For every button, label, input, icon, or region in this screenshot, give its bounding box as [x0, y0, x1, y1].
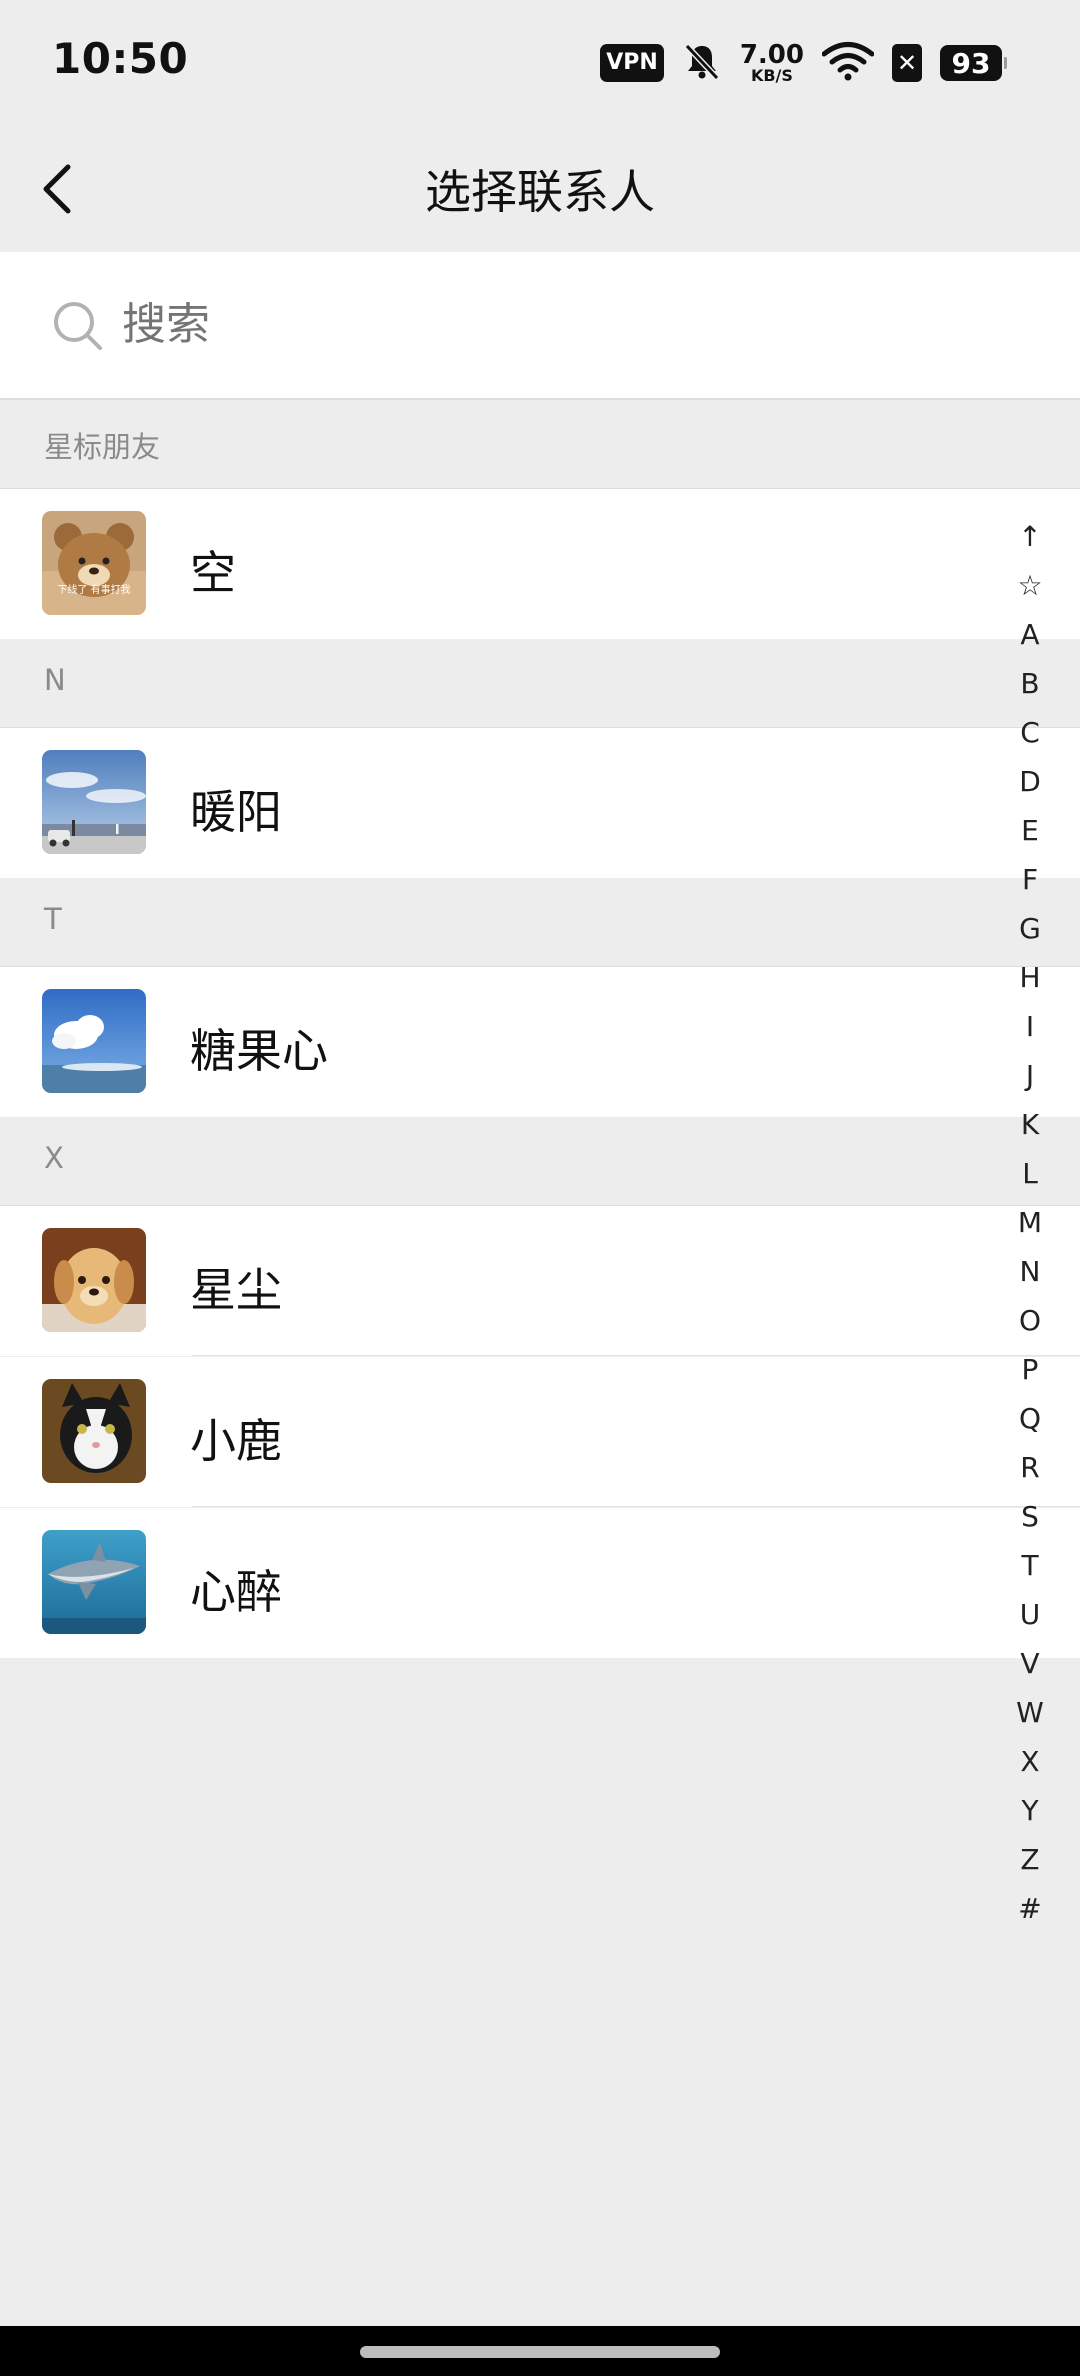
battery-icon: 93	[940, 45, 1007, 81]
section-header-label: T	[44, 902, 62, 936]
index-item[interactable]: A	[1020, 610, 1039, 659]
index-item[interactable]: U	[1020, 1590, 1041, 1639]
index-item[interactable]: W	[1016, 1688, 1044, 1737]
index-item[interactable]: H	[1019, 953, 1040, 1002]
index-item[interactable]: R	[1020, 1443, 1039, 1492]
contact-row[interactable]: 下线了 有事打我 空	[0, 489, 1080, 639]
contact-name: 暖阳	[190, 785, 282, 839]
network-speed-icon: 7.00 KB/S	[740, 42, 804, 84]
contact-name: 星尘	[190, 1263, 282, 1317]
index-item[interactable]: S	[1021, 1492, 1039, 1541]
index-item[interactable]: L	[1022, 1149, 1038, 1198]
section-header-t: T	[0, 878, 1080, 967]
contact-name: 糖果心	[190, 1024, 328, 1078]
index-item[interactable]: I	[1026, 1002, 1034, 1051]
status-time: 10:50	[52, 34, 189, 83]
status-icons: VPN 7.00 KB/S ✕ 93	[600, 38, 1007, 88]
home-indicator[interactable]	[360, 2346, 720, 2358]
search-bar[interactable]	[0, 252, 1080, 400]
index-item[interactable]: X	[1020, 1737, 1039, 1786]
index-item[interactable]: G	[1019, 904, 1041, 953]
index-item[interactable]: B	[1020, 659, 1039, 708]
index-item[interactable]: F	[1022, 855, 1038, 904]
divider	[192, 1355, 1080, 1356]
avatar	[42, 989, 146, 1093]
index-item[interactable]: E	[1021, 806, 1039, 855]
speed-unit: KB/S	[750, 66, 793, 85]
index-item[interactable]: M	[1018, 1198, 1042, 1247]
contact-name: 空	[190, 546, 236, 600]
avatar-caption: 下线了 有事打我	[57, 583, 130, 596]
index-item[interactable]: K	[1021, 1100, 1039, 1149]
wifi-icon	[821, 41, 875, 85]
vpn-icon: VPN	[600, 44, 664, 82]
avatar	[42, 1379, 146, 1483]
search-icon	[54, 302, 102, 350]
contact-name: 心醉	[190, 1565, 282, 1619]
index-item[interactable]: #	[1018, 1884, 1041, 1933]
nav-bar: 选择联系人	[0, 126, 1080, 252]
avatar: 下线了 有事打我	[42, 511, 146, 615]
alphabet-index[interactable]: ↑ ☆ A B C D E F G H I J K L M N O P Q R …	[990, 512, 1070, 1933]
contact-row[interactable]: 星尘	[0, 1206, 1080, 1356]
section-header-starred: 星标朋友	[0, 400, 1080, 489]
speed-value: 7.00	[739, 40, 804, 70]
system-nav-bar	[0, 2326, 1080, 2376]
contact-row[interactable]: 小鹿	[0, 1357, 1080, 1507]
section-header-label: 星标朋友	[44, 430, 161, 464]
index-item[interactable]: T	[1021, 1541, 1038, 1590]
index-item[interactable]: Y	[1021, 1786, 1038, 1835]
contact-name: 小鹿	[190, 1414, 282, 1468]
status-bar: 10:50 VPN 7.00 KB/S ✕ 93	[0, 0, 1080, 126]
divider	[192, 1506, 1080, 1507]
avatar	[42, 1228, 146, 1332]
section-header-label: X	[44, 1141, 64, 1175]
avatar	[42, 750, 146, 854]
index-item[interactable]: ☆	[1017, 561, 1042, 610]
section-header-x: X	[0, 1117, 1080, 1206]
bell-mute-icon	[682, 41, 722, 85]
no-sim-icon: ✕	[892, 44, 922, 82]
index-item[interactable]: C	[1020, 708, 1040, 757]
contact-row[interactable]: 糖果心	[0, 967, 1080, 1117]
index-item[interactable]: O	[1019, 1296, 1041, 1345]
index-item[interactable]: P	[1022, 1345, 1039, 1394]
index-item[interactable]: ↑	[1018, 512, 1041, 561]
index-item[interactable]: D	[1019, 757, 1041, 806]
section-header-label: N	[44, 663, 66, 697]
index-item[interactable]: Q	[1019, 1394, 1041, 1443]
contact-row[interactable]: 心醉	[0, 1508, 1080, 1658]
page-title: 选择联系人	[425, 165, 655, 219]
contact-row[interactable]: 暖阳	[0, 728, 1080, 878]
index-item[interactable]: Z	[1020, 1835, 1039, 1884]
avatar	[42, 1530, 146, 1634]
index-item[interactable]: N	[1020, 1247, 1041, 1296]
search-input[interactable]	[120, 288, 1024, 360]
index-item[interactable]: J	[1026, 1051, 1034, 1100]
index-item[interactable]: V	[1020, 1639, 1039, 1688]
section-header-n: N	[0, 639, 1080, 728]
